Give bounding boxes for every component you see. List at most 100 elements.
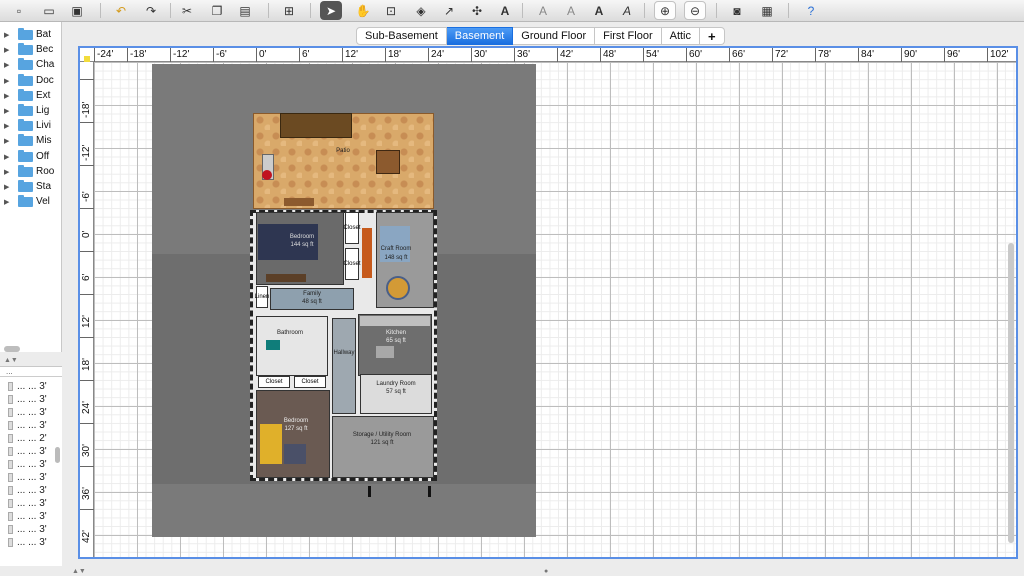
room-hallway[interactable] xyxy=(332,318,356,414)
room-name-label: Craft Room xyxy=(380,246,412,252)
dresser[interactable] xyxy=(284,444,306,464)
catalog-scrollbar[interactable] xyxy=(4,346,20,352)
room-name-label: Storage / Utility Room xyxy=(352,432,412,438)
list-item[interactable]: ... ... 3' xyxy=(0,523,62,536)
fire-pit[interactable] xyxy=(262,170,272,180)
catalog-category[interactable]: ▶ Doc xyxy=(0,73,61,88)
redo-icon[interactable]: ↷ xyxy=(140,1,162,20)
text-style-1-icon[interactable]: A xyxy=(532,1,554,20)
paste-icon[interactable]: ▤ xyxy=(234,1,256,20)
plan-vertical-scrollbar[interactable] xyxy=(1008,243,1014,543)
expand-arrow-icon[interactable]: ▶ xyxy=(4,77,14,85)
new-icon[interactable]: ▫ xyxy=(8,1,30,20)
add-furniture-icon[interactable]: ⊞ xyxy=(278,1,300,20)
tab-attic[interactable]: Attic xyxy=(661,27,701,45)
splitter-arrows-icon[interactable]: ▲▼ xyxy=(72,568,86,575)
list-item[interactable]: ... ... 3' xyxy=(0,471,62,484)
splitter-handle-icon[interactable]: ● xyxy=(544,568,548,575)
catalog-category[interactable]: ▶ Livi xyxy=(0,118,61,133)
dresser[interactable] xyxy=(266,274,306,282)
create-rooms-icon[interactable]: ◈ xyxy=(410,1,432,20)
catalog-category[interactable]: ▶ Mis xyxy=(0,133,61,148)
round-table[interactable] xyxy=(386,276,410,300)
add-text-icon[interactable]: A xyxy=(494,1,516,20)
list-item[interactable]: ... ... 3' xyxy=(0,380,62,393)
catalog-category[interactable]: ▶ Sta xyxy=(0,179,61,194)
counter[interactable] xyxy=(360,316,430,326)
room-closet[interactable]: Closet xyxy=(294,376,326,388)
folder-icon xyxy=(18,149,33,162)
tab-basement[interactable]: Basement xyxy=(446,27,514,45)
list-item[interactable]: ... ... 3' xyxy=(0,536,62,549)
expand-arrow-icon[interactable]: ▶ xyxy=(4,198,14,206)
open-icon[interactable]: ▭ xyxy=(38,1,60,20)
expand-arrow-icon[interactable]: ▶ xyxy=(4,61,14,69)
expand-arrow-icon[interactable]: ▶ xyxy=(4,107,14,115)
help-icon[interactable]: ? xyxy=(800,1,822,20)
furniture-catalog-tree: ▶ Bat ▶ Bec ▶ Cha ▶ Doc ▶ Ext ▶ Lig ▶ Livi ▶ Mis… xyxy=(0,22,62,352)
horizontal-ruler: -24' -18' -12' -6' 0' 6' 12' 18' 24' 30'… xyxy=(80,48,1016,62)
create-dimensions-icon[interactable]: ✣ xyxy=(466,1,488,20)
room-closet[interactable]: Closet xyxy=(344,212,361,244)
list-item[interactable]: ... ... 2' xyxy=(0,432,62,445)
catalog-category[interactable]: ▶ Bat xyxy=(0,27,61,42)
catalog-category[interactable]: ▶ Cha xyxy=(0,57,61,72)
italic-icon[interactable]: A xyxy=(616,1,638,20)
cut-icon[interactable]: ✂ xyxy=(176,1,198,20)
expand-arrow-icon[interactable]: ▶ xyxy=(4,92,14,100)
create-polylines-icon[interactable]: ↗ xyxy=(438,1,460,20)
catalog-category[interactable]: ▶ Bec xyxy=(0,42,61,57)
room-linen[interactable]: Linen xyxy=(255,286,269,308)
main-toolbar: ▫ ▭ ▣ ↶ ↷ ✂ ❐ ▤ ⊞ ➤ ✋ ⊡ ◈ ↗ ✣ A A A A A … xyxy=(0,0,1024,22)
list-item[interactable]: ... ... 3' xyxy=(0,419,62,432)
text-style-2-icon[interactable]: A xyxy=(560,1,582,20)
photo-icon[interactable]: ◙ xyxy=(726,1,748,20)
catalog-category[interactable]: ▶ Off xyxy=(0,149,61,164)
catalog-category[interactable]: ▶ Roo xyxy=(0,164,61,179)
create-walls-icon[interactable]: ⊡ xyxy=(380,1,402,20)
catalog-category[interactable]: ▶ Vel xyxy=(0,194,61,209)
catalog-category[interactable]: ▶ Ext xyxy=(0,88,61,103)
expand-arrow-icon[interactable]: ▶ xyxy=(4,122,14,130)
furniture-list-scrollbar[interactable] xyxy=(55,447,60,463)
patio-bench[interactable] xyxy=(280,113,352,138)
furniture-list-header[interactable]: ... xyxy=(0,367,62,377)
room-closet[interactable]: Closet xyxy=(344,248,361,280)
expand-arrow-icon[interactable]: ▶ xyxy=(4,183,14,191)
expand-arrow-icon[interactable]: ▶ xyxy=(4,31,14,39)
expand-arrow-icon[interactable]: ▶ xyxy=(4,137,14,145)
tab-sub-basement[interactable]: Sub-Basement xyxy=(356,27,447,45)
tab-first-floor[interactable]: First Floor xyxy=(595,27,662,45)
zoom-out-icon[interactable]: ⊖ xyxy=(684,1,706,20)
shelf[interactable] xyxy=(362,228,372,278)
splitter-arrows-icon[interactable]: ▲▼ xyxy=(4,357,18,364)
kitchen-island[interactable] xyxy=(376,346,394,358)
bold-icon[interactable]: A xyxy=(588,1,610,20)
add-level-button[interactable]: + xyxy=(700,27,725,45)
folder-icon xyxy=(18,27,33,40)
plan-view[interactable]: Patio Bedroom 144 sq ft Closet Closet Cr… xyxy=(78,46,1018,559)
select-icon[interactable]: ➤ xyxy=(320,1,342,20)
list-item[interactable]: ... ... 3' xyxy=(0,458,62,471)
catalog-category[interactable]: ▶ Lig xyxy=(0,103,61,118)
expand-arrow-icon[interactable]: ▶ xyxy=(4,46,14,54)
sink[interactable] xyxy=(266,340,280,350)
list-item[interactable]: ... ... 3' xyxy=(0,406,62,419)
zoom-in-icon[interactable]: ⊕ xyxy=(654,1,676,20)
list-item[interactable]: ... ... 3' xyxy=(0,393,62,406)
list-item[interactable]: ... ... 3' xyxy=(0,510,62,523)
list-item[interactable]: ... ... 3' xyxy=(0,497,62,510)
list-item[interactable]: ... ... 3' xyxy=(0,445,62,458)
tab-ground-floor[interactable]: Ground Floor xyxy=(513,27,596,45)
save-icon[interactable]: ▣ xyxy=(66,1,88,20)
folder-icon xyxy=(18,73,33,86)
undo-icon[interactable]: ↶ xyxy=(110,1,132,20)
list-item[interactable]: ... ... 3' xyxy=(0,484,62,497)
copy-icon[interactable]: ❐ xyxy=(206,1,228,20)
expand-arrow-icon[interactable]: ▶ xyxy=(4,168,14,176)
pan-icon[interactable]: ✋ xyxy=(352,1,374,20)
expand-arrow-icon[interactable]: ▶ xyxy=(4,153,14,161)
room-storage[interactable] xyxy=(332,416,434,478)
video-icon[interactable]: ▦ xyxy=(756,1,778,20)
room-closet[interactable]: Closet xyxy=(258,376,290,388)
